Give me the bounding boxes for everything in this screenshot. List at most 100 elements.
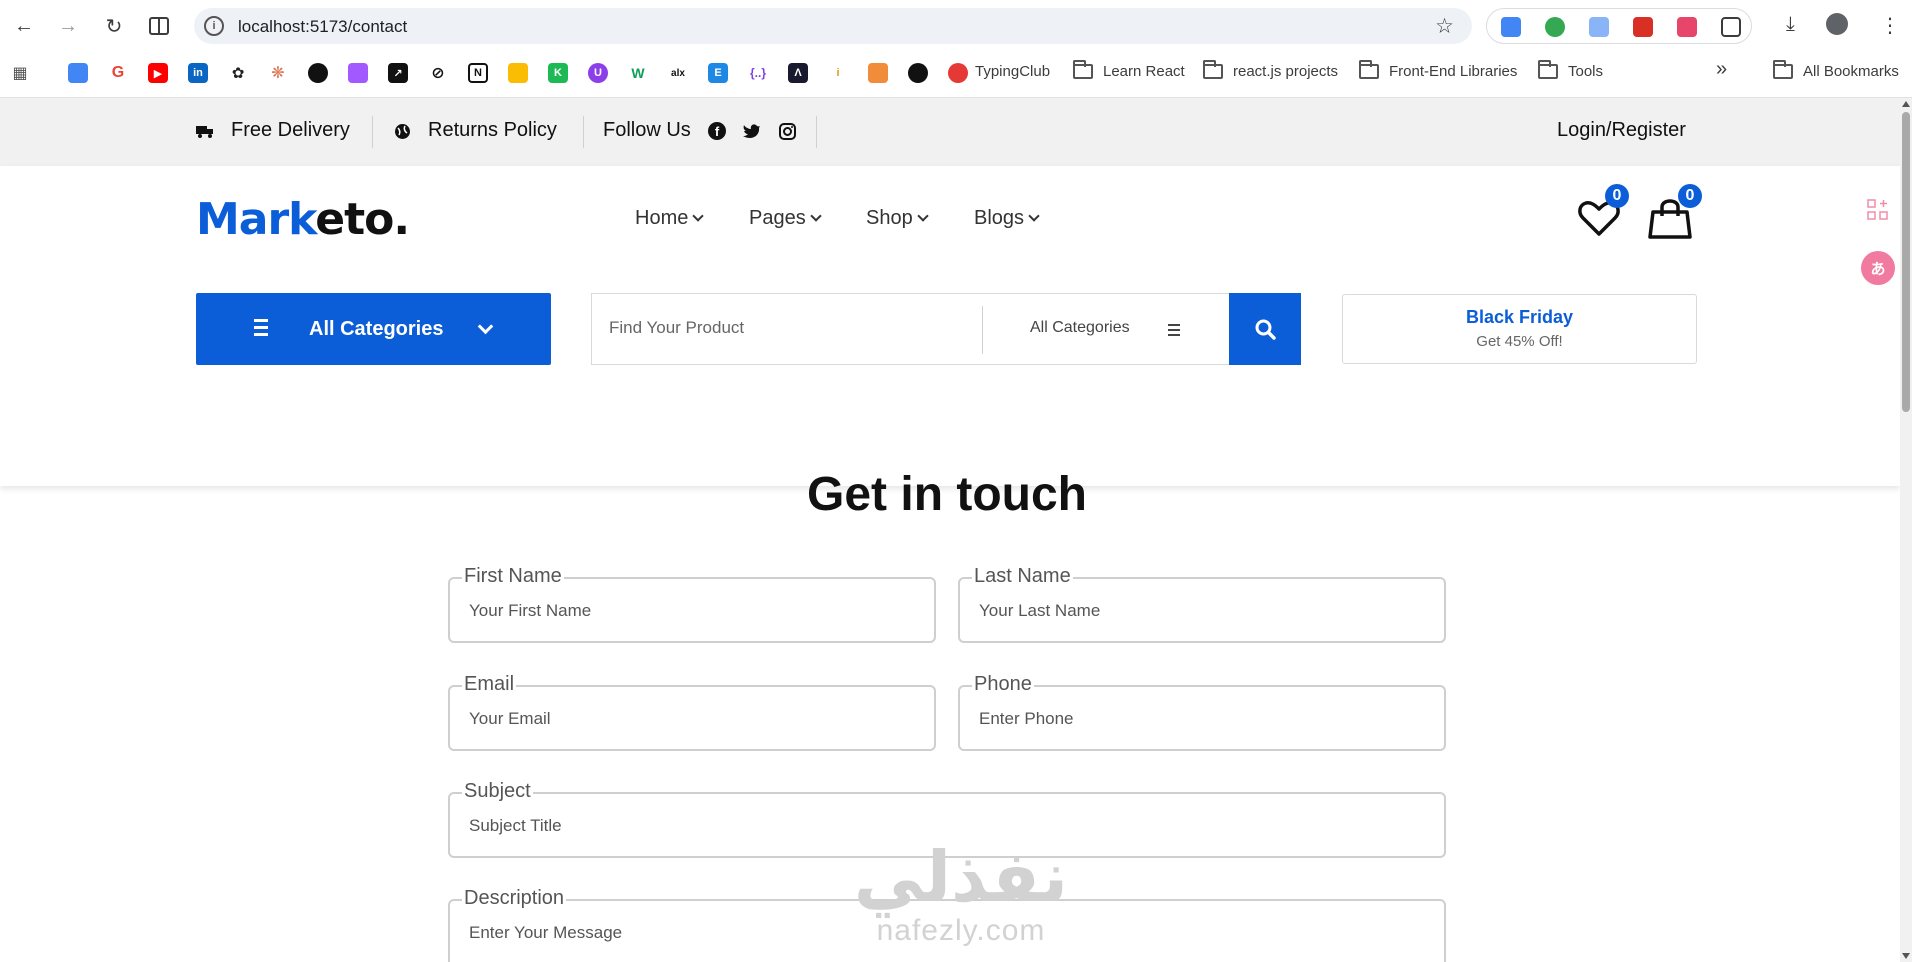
bookmark-frontend-libraries[interactable]: Front-End Libraries [1389,63,1517,80]
returns-policy-link[interactable]: Returns Policy [428,119,557,142]
bookmark-claude-icon[interactable]: ❋ [268,63,288,83]
color-extension-icon[interactable] [1633,17,1653,37]
shield-extension-icon[interactable] [1545,17,1565,37]
first-name-input[interactable]: Your First Name [469,601,591,621]
bookmark-google-icon[interactable]: G [108,63,128,83]
browser-menu-icon[interactable]: ⋮ [1880,13,1900,38]
url-text[interactable]: localhost:5173/contact [238,17,407,37]
bookmark-w3-icon[interactable]: W [628,63,648,83]
search-button[interactable] [1229,293,1301,365]
bookmark-app-icon[interactable] [308,63,328,83]
bookmark-linkedin-icon[interactable]: in [188,63,208,83]
wishlist-heart-icon[interactable]: 0 [1577,184,1629,240]
nav-shop-label: Shop [866,207,913,229]
download-icon[interactable]: ⤓ [1786,13,1795,36]
bookmark-torch-icon[interactable]: i [828,63,848,83]
first-name-field[interactable]: First Name Your First Name [448,565,936,643]
email-field[interactable]: Email Your Email [448,673,936,751]
bookmark-pen-icon[interactable]: ⊘ [428,63,448,83]
bookmark-code-icon[interactable]: {..} [748,63,768,83]
address-bar[interactable]: i localhost:5173/contact ☆ [194,8,1472,44]
category-select[interactable]: All Categories [1030,319,1130,337]
bookmark-grid-icon[interactable] [868,63,888,83]
phone-field[interactable]: Phone Enter Phone [958,673,1446,751]
bookmark-e-icon[interactable]: E [708,63,728,83]
free-delivery-link[interactable]: Free Delivery [231,119,350,142]
category-menu-icon[interactable] [1168,324,1180,339]
twitter-icon[interactable] [743,122,761,140]
last-name-field[interactable]: Last Name Your Last Name [958,565,1446,643]
scroll-down-arrow[interactable] [1902,953,1910,959]
scrollbar-thumb[interactable] [1902,112,1910,412]
sparkle-apps-icon[interactable] [1856,190,1900,230]
folder-icon [1203,60,1223,79]
chevron-down-icon [692,210,705,222]
bookmark-dev-icon[interactable]: Λ [788,63,808,83]
page-scrollbar[interactable] [1900,98,1912,962]
language-extension-icon[interactable] [1677,17,1697,37]
login-register-link[interactable]: Login/Register [1557,119,1686,142]
search-icon [1255,319,1276,340]
bookmark-k-icon[interactable]: K [548,63,568,83]
all-categories-label: All Categories [309,318,444,340]
translate-float-icon[interactable]: あ [1856,248,1900,288]
bookmark-translate-icon[interactable] [68,63,88,83]
bookmark-drive-icon[interactable] [508,63,528,83]
bookmark-star-icon[interactable]: ☆ [1435,14,1454,39]
device-extension-icon[interactable] [1589,17,1609,37]
bookmark-stack-icon[interactable] [348,63,368,83]
browser-chrome: ← → ↻ i localhost:5173/contact ☆ ⤓ ⋮ ▦ G… [0,0,1912,98]
black-friday-promo[interactable]: Black Friday Get 45% Off! [1342,294,1697,364]
extensions-puzzle-icon[interactable] [1721,17,1741,37]
bookmark-udemy-icon[interactable]: U [588,63,608,83]
instagram-icon[interactable] [778,122,796,140]
site-logo[interactable]: Marketo. [196,194,410,245]
translate-extension-icon[interactable] [1501,17,1521,37]
nav-blogs[interactable]: Blogs [974,207,1040,230]
email-label: Email [462,673,517,696]
follow-us-label: Follow Us [603,119,691,141]
subject-input[interactable]: Subject Title [469,816,562,836]
chevron-down-icon [810,210,822,222]
email-input[interactable]: Your Email [469,709,551,729]
nav-pages[interactable]: Pages [749,207,822,230]
description-textarea[interactable]: Enter Your Message [469,923,622,943]
top-info-bar: Free Delivery Returns Policy Follow Us f… [0,98,1900,166]
bookmark-alx-icon[interactable]: alx [668,63,688,83]
search-input[interactable]: Find Your Product [609,318,744,338]
scroll-up-arrow[interactable] [1902,101,1910,107]
split-view-icon[interactable] [145,12,173,40]
back-icon[interactable]: ← [10,12,38,40]
apps-grid-icon[interactable]: ▦ [10,63,30,83]
page-title: Get in touch [807,468,1087,521]
bookmark-hackerrank-icon[interactable]: ↗ [388,63,408,83]
bookmark-youtube-icon[interactable]: ▶ [148,63,168,83]
profile-avatar[interactable] [1826,13,1848,35]
nav-home-label: Home [635,207,689,229]
topbar-divider [816,116,817,148]
watermark-latin: nafezly.com [876,914,1046,947]
site-info-icon[interactable]: i [204,16,224,36]
bookmark-chatgpt-icon[interactable]: ✿ [228,63,248,83]
subject-label: Subject [462,780,533,803]
all-bookmarks[interactable]: All Bookmarks [1803,63,1899,80]
shopping-bag-icon[interactable]: 0 [1648,184,1702,240]
all-categories-button[interactable]: All Categories [196,293,551,365]
bookmark-reactjs-projects[interactable]: react.js projects [1233,63,1338,80]
bookmarks-overflow-icon[interactable]: » [1716,58,1727,81]
nav-home[interactable]: Home [635,207,705,230]
bookmark-notion-icon[interactable]: N [468,63,488,83]
phone-input[interactable]: Enter Phone [979,709,1074,729]
reload-icon[interactable]: ↻ [100,12,128,40]
facebook-icon[interactable]: f [708,122,726,140]
bookmark-github-icon[interactable] [908,63,928,83]
bookmark-typingclub-icon[interactable] [948,63,968,83]
last-name-input[interactable]: Your Last Name [979,601,1100,621]
bookmark-tools[interactable]: Tools [1568,63,1603,80]
bookmark-learn-react[interactable]: Learn React [1103,63,1185,80]
phone-label: Phone [972,673,1034,696]
chevron-down-icon [477,318,494,335]
forward-icon[interactable]: → [54,12,82,40]
nav-shop[interactable]: Shop [866,207,929,230]
bookmark-typingclub[interactable]: TypingClub [975,63,1050,80]
